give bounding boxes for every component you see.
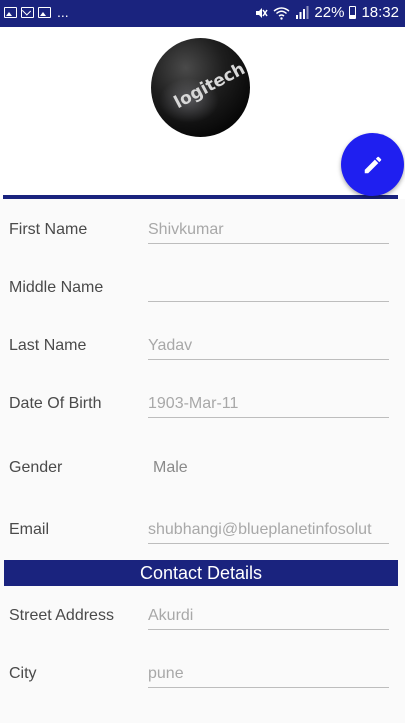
email-row: Email shubhangi@blueplanetinfosolut: [0, 519, 405, 559]
street-address-underline: [148, 629, 389, 630]
street-address-label: Street Address: [9, 607, 114, 624]
street-address-field[interactable]: Akurdi: [148, 607, 390, 625]
email-field[interactable]: shubhangi@blueplanetinfosolut: [148, 521, 390, 539]
first-name-field[interactable]: Shivkumar: [148, 221, 390, 239]
pencil-icon: [364, 156, 381, 173]
mute-icon: [256, 7, 269, 18]
middle-name-row: Middle Name: [0, 277, 405, 317]
image-icon: [38, 6, 51, 18]
city-underline: [148, 687, 389, 688]
clock: 18:32: [361, 4, 399, 21]
last-name-field[interactable]: Yadav: [148, 337, 390, 355]
battery-icon: [349, 6, 357, 19]
first-name-label: First Name: [9, 221, 88, 238]
gender-row: Gender Male: [0, 457, 405, 487]
gender-select[interactable]: Male: [153, 459, 395, 477]
wifi-icon: [273, 6, 290, 20]
app-screen: ... 22% 18:32 logitech First Name Shivku…: [0, 0, 405, 723]
gender-label: Gender: [9, 459, 63, 476]
street-address-row: Street Address Akurdi: [0, 605, 405, 645]
last-name-underline: [148, 359, 389, 360]
middle-name-label: Middle Name: [9, 279, 104, 296]
middle-name-underline: [148, 301, 389, 302]
date-of-birth-field[interactable]: 1903-Mar-11: [148, 395, 390, 413]
contact-details-header: Contact Details: [4, 560, 398, 586]
mail-icon: [21, 6, 34, 18]
avatar[interactable]: logitech: [151, 38, 250, 137]
city-row: City pune: [0, 663, 405, 703]
edit-profile-button[interactable]: [341, 133, 404, 196]
email-label: Email: [9, 521, 50, 538]
city-field[interactable]: pune: [148, 665, 390, 683]
date-of-birth-underline: [148, 417, 389, 418]
last-name-row: Last Name Yadav: [0, 335, 405, 375]
signal-icon: [296, 5, 309, 19]
status-bar: ... 22% 18:32: [0, 0, 405, 27]
date-of-birth-row: Date Of Birth 1903-Mar-11: [0, 393, 405, 433]
image-icon: [4, 6, 17, 18]
profile-form: First Name Shivkumar Middle Name Last Na…: [0, 199, 405, 723]
email-underline: [148, 543, 389, 544]
first-name-underline: [148, 243, 389, 244]
more-notifications: ...: [57, 4, 69, 20]
notification-area: ...: [4, 5, 69, 19]
battery-percent: 22%: [314, 4, 345, 21]
system-status: 22% 18:32: [254, 4, 399, 21]
last-name-label: Last Name: [9, 337, 87, 354]
first-name-row: First Name Shivkumar: [0, 219, 405, 259]
city-label: City: [9, 665, 37, 682]
date-of-birth-label: Date Of Birth: [9, 395, 102, 412]
